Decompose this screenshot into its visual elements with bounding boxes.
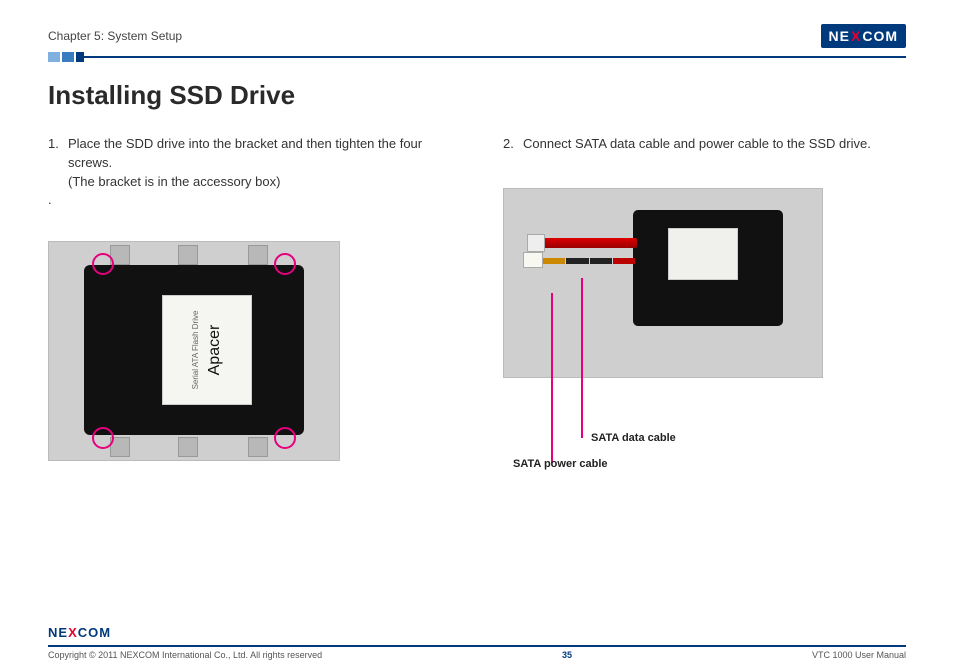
right-column: 2. Connect SATA data cable and power cab… (503, 135, 906, 624)
bracket-tab (178, 437, 198, 457)
sata-data-connector (527, 234, 545, 252)
step-1-line1: Place the SDD drive into the bracket and… (68, 136, 422, 170)
callout-line-icon (581, 278, 583, 438)
step-2-number: 2. (503, 135, 517, 154)
step-1-number: 1. (48, 135, 62, 192)
ssd-sticker-small (668, 228, 738, 280)
page-number: 35 (562, 650, 572, 660)
nexcom-logo-footer: NE X COM (48, 625, 111, 640)
callout-line-icon (551, 293, 553, 463)
page-title: Installing SSD Drive (48, 80, 906, 111)
sata-data-cable (541, 238, 637, 248)
label-sata-data: SATA data cable (591, 432, 676, 444)
logo-x: X (851, 28, 861, 44)
screw-highlight-icon (92, 253, 114, 275)
step-2: 2. Connect SATA data cable and power cab… (503, 135, 906, 154)
left-column: 1. Place the SDD drive into the bracket … (48, 135, 451, 624)
ssd-drive: Serial ATA Flash Drive Apacer (84, 265, 304, 435)
bracket-tab (248, 437, 268, 457)
photo-ssd-bracket: Serial ATA Flash Drive Apacer (48, 241, 340, 461)
chapter-label: Chapter 5: System Setup (48, 29, 182, 43)
logo-x: X (68, 625, 78, 640)
page-footer: NE X COM Copyright © 2011 NEXCOM Interna… (48, 624, 906, 672)
step-1-line2: (The bracket is in the accessory box) (68, 174, 280, 189)
step-1-dot: . (48, 192, 451, 207)
ssd-sticker: Serial ATA Flash Drive Apacer (162, 295, 252, 405)
figure-2: SATA data cable SATA power cable (503, 188, 906, 378)
step-2-text: Connect SATA data cable and power cable … (523, 136, 871, 151)
ssd-label-text: Serial ATA Flash Drive (191, 310, 200, 389)
sata-power-cable (543, 258, 635, 264)
screw-highlight-icon (274, 427, 296, 449)
copyright-text: Copyright © 2011 NEXCOM International Co… (48, 650, 322, 660)
header-rule (48, 56, 906, 58)
logo-post: COM (862, 28, 898, 44)
bracket-tab (178, 245, 198, 265)
ssd-brand: Apacer (206, 324, 224, 375)
nexcom-logo: NE X COM (821, 24, 906, 48)
screw-highlight-icon (274, 253, 296, 275)
manual-name: VTC 1000 User Manual (812, 650, 906, 660)
screw-highlight-icon (92, 427, 114, 449)
logo-pre: NE (829, 28, 850, 44)
logo-pre: NE (48, 625, 68, 640)
sata-power-connector (523, 252, 543, 268)
step-1: 1. Place the SDD drive into the bracket … (48, 135, 451, 192)
logo-post: COM (78, 625, 111, 640)
figure-1: Serial ATA Flash Drive Apacer (48, 241, 451, 461)
label-sata-power: SATA power cable (513, 458, 608, 470)
footer-rule (48, 645, 906, 647)
bracket-tab (248, 245, 268, 265)
